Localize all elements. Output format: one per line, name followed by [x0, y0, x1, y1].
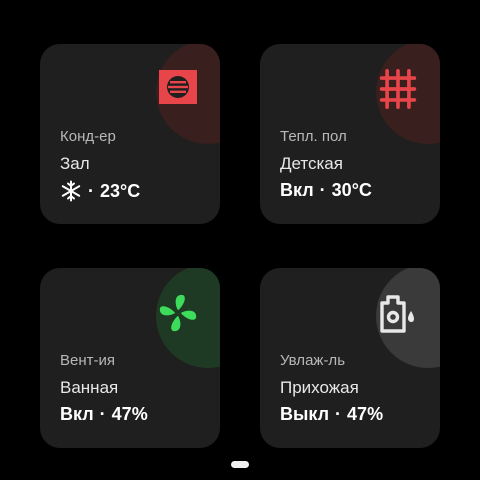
device-type-label: Вент-ия [60, 352, 115, 369]
device-type-label: Увлаж-ль [280, 352, 346, 369]
room-label: Прихожая [280, 378, 359, 397]
status-state: Вкл [60, 404, 94, 424]
status-value: 23°C [100, 180, 141, 201]
device-tile-humidifier[interactable]: Увлаж-ль Прихожая Выкл · 47% [260, 268, 440, 448]
separator: · [335, 404, 342, 424]
device-tile-floor-heating[interactable]: Тепл. пол Детская Вкл · 30°C [260, 44, 440, 224]
device-type-label: Конд-ер [60, 128, 116, 145]
status-state: Вкл [280, 180, 314, 200]
device-tile-ventilation[interactable]: Вент-ия Ванная Вкл · 47% [40, 268, 220, 448]
room-label: Ванная [60, 378, 119, 397]
separator: · [319, 180, 326, 200]
page-indicator[interactable] [231, 461, 249, 468]
floor-heating-icon [378, 69, 418, 109]
status-state: Выкл [280, 404, 330, 424]
status-value: 47% [347, 404, 384, 424]
status-line: Выкл · 47% [280, 404, 383, 425]
status-value: 30°C [331, 180, 372, 200]
status-line: Вкл · 30°C [280, 180, 372, 201]
device-tile-ac[interactable]: Конд-ер Зал · 23°C [40, 44, 220, 224]
room-label: Детская [280, 154, 343, 173]
separator: · [88, 180, 94, 201]
status-value: 47% [111, 404, 148, 424]
humidifier-icon [378, 293, 418, 333]
ac-unit-icon [158, 69, 198, 109]
device-type-label: Тепл. пол [280, 128, 347, 145]
fan-icon [158, 293, 198, 333]
room-label: Зал [60, 154, 90, 173]
status-line: Вкл · 47% [60, 404, 148, 425]
snowflake-icon [60, 180, 82, 202]
separator: · [99, 404, 106, 424]
status-line: · 23°C [60, 180, 140, 202]
